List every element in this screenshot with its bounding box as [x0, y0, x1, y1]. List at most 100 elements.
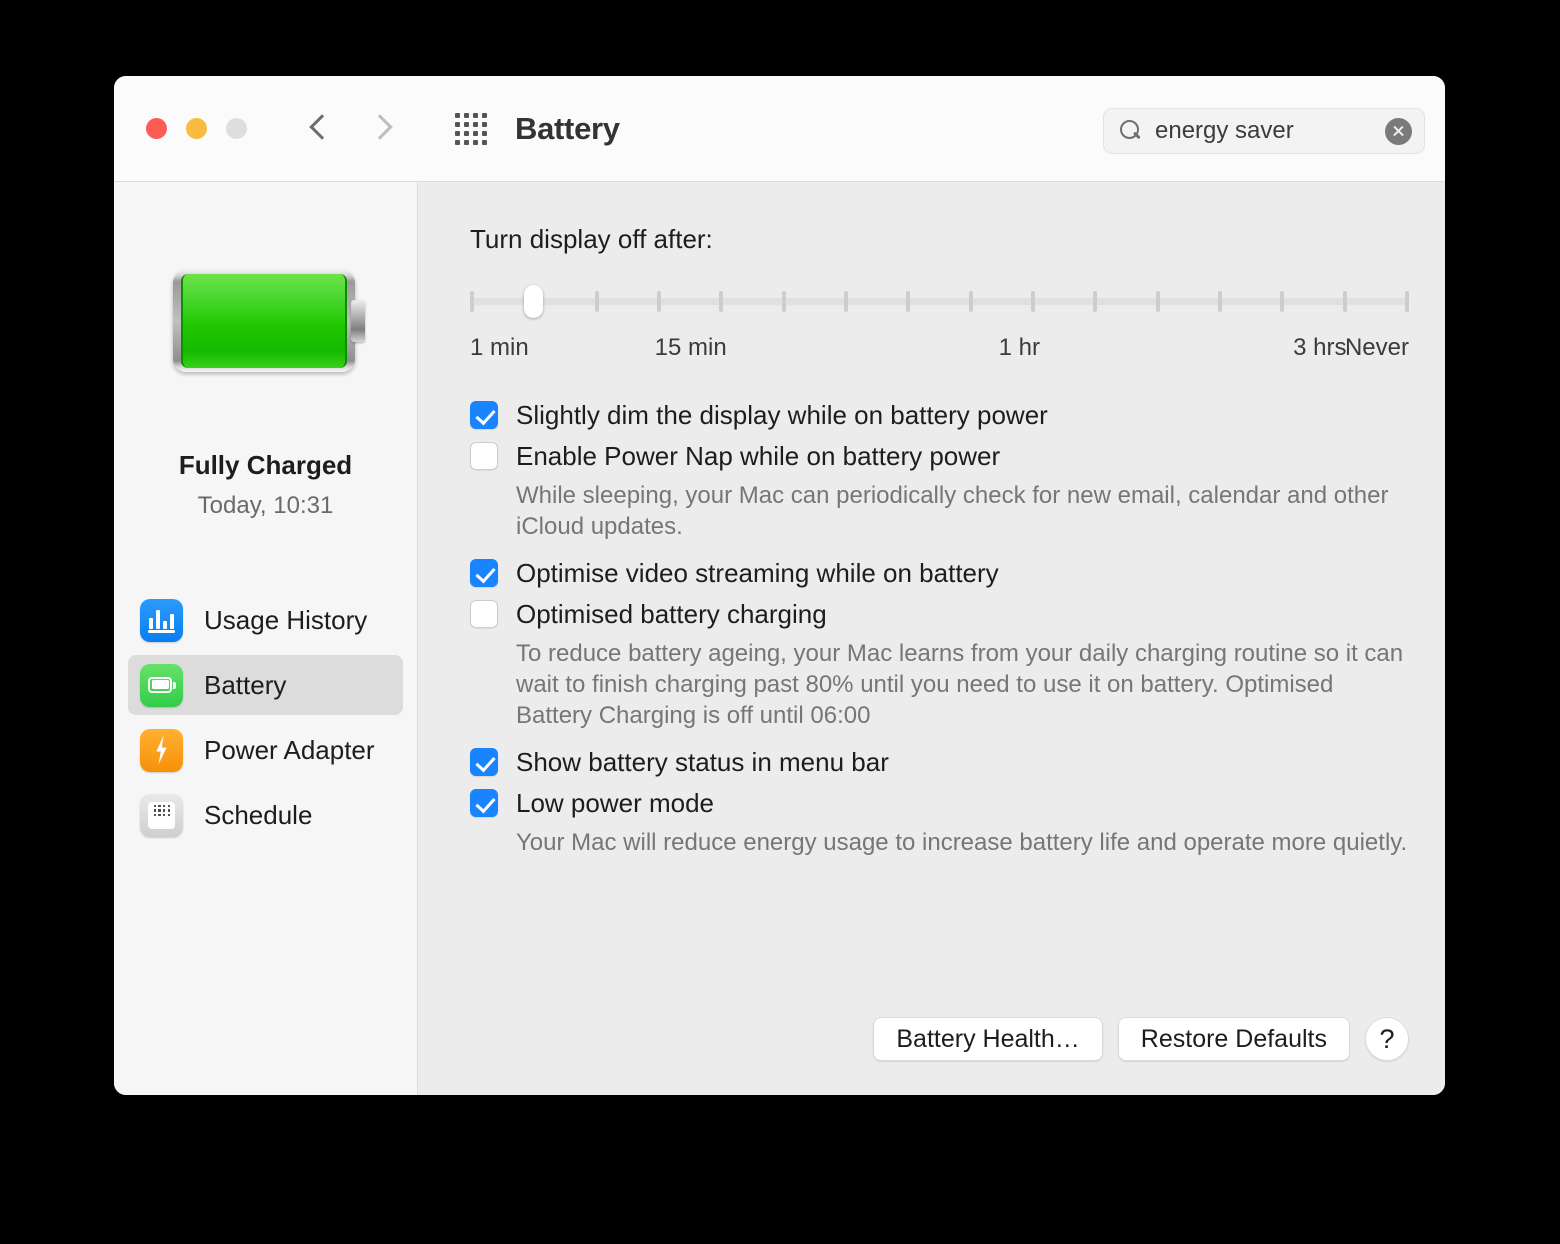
clear-icon[interactable] — [1385, 117, 1412, 145]
grid-icon[interactable] — [455, 112, 487, 145]
grid-dot — [482, 112, 487, 118]
option-row[interactable]: Low power mode — [470, 786, 1409, 820]
slider-scale-label: 1 hr — [998, 334, 1040, 361]
grid-dot — [473, 112, 478, 118]
grid-dot — [482, 139, 487, 145]
bar-chart-bars — [149, 609, 174, 629]
grid-dot — [464, 139, 469, 145]
restore-defaults-button[interactable]: Restore Defaults — [1117, 1017, 1350, 1061]
option-description: Your Mac will reduce energy usage to inc… — [516, 829, 1408, 856]
sidebar-item-usage-history[interactable]: Usage History — [128, 590, 403, 650]
option-label[interactable]: Low power mode — [516, 786, 714, 820]
schedule-icon — [140, 793, 183, 837]
sidebar-item-power-adapter[interactable]: Power Adapter — [128, 720, 403, 780]
battery-fill — [180, 274, 347, 368]
slider-thumb[interactable] — [523, 285, 543, 318]
traffic-lights — [146, 118, 247, 139]
option-row[interactable]: Slightly dim the display while on batter… — [470, 398, 1409, 432]
option-label[interactable]: Enable Power Nap while on battery power — [516, 439, 1000, 473]
sidebar-item-label: Usage History — [204, 604, 368, 635]
slider-tick — [1280, 291, 1285, 312]
footer-buttons: Battery Health… Restore Defaults ? — [873, 1017, 1409, 1061]
navigation-arrows — [307, 112, 395, 146]
sidebar-item-battery[interactable]: Battery — [128, 655, 403, 715]
option-label[interactable]: Slightly dim the display while on batter… — [516, 398, 1048, 432]
grid-dot — [473, 121, 478, 127]
sidebar-item-schedule[interactable]: Schedule — [128, 785, 403, 845]
battery-full-icon — [172, 270, 365, 372]
slider-scale-label: Never — [1344, 334, 1409, 361]
slider-scale-label: 15 min — [654, 334, 727, 361]
lightning-bolt-icon — [156, 735, 167, 765]
grid-dot — [455, 139, 460, 145]
battery-icon-tip — [173, 681, 176, 689]
grid-dot — [482, 121, 487, 127]
calendar-dots — [153, 804, 171, 817]
slider-tick — [968, 291, 973, 312]
option-label[interactable]: Show battery status in menu bar — [516, 745, 889, 779]
slider-tick — [594, 291, 599, 312]
slider-tick — [843, 291, 848, 312]
chevron-left-icon[interactable] — [307, 112, 333, 146]
option-row[interactable]: Optimise video streaming while on batter… — [470, 556, 1409, 590]
grid-dot — [455, 112, 460, 118]
titlebar: Battery energy saver — [114, 76, 1445, 182]
usage-history-icon — [140, 598, 183, 642]
slider-tick — [1217, 291, 1222, 312]
slider-scale-label: 1 min — [470, 334, 529, 361]
sidebar-list: Usage History Battery Power Adapter Sche… — [114, 590, 417, 850]
option-row[interactable]: Show battery status in menu bar — [470, 745, 1409, 779]
window-body: Fully Charged Today, 10:31 Usage History — [114, 182, 1445, 1095]
slider-tick — [719, 291, 724, 312]
display-sleep-slider[interactable] — [470, 285, 1409, 319]
checkbox-checked[interactable] — [470, 748, 498, 776]
help-button[interactable]: ? — [1365, 1017, 1409, 1061]
checkbox-checked[interactable] — [470, 559, 498, 587]
bar-chart-baseline — [148, 630, 175, 633]
grid-dot — [473, 130, 478, 136]
option-label[interactable]: Optimise video streaming while on batter… — [516, 556, 999, 590]
checkbox-checked[interactable] — [470, 401, 498, 429]
grid-dot — [464, 130, 469, 136]
checkbox-unchecked[interactable] — [470, 442, 498, 470]
charge-time: Today, 10:31 — [197, 492, 334, 519]
minimise-button[interactable] — [186, 118, 207, 139]
checkbox-unchecked[interactable] — [470, 600, 498, 628]
slider-tick — [781, 291, 786, 312]
checkbox-checked[interactable] — [470, 789, 498, 817]
grid-dot — [455, 121, 460, 127]
chevron-right-icon[interactable] — [369, 112, 395, 146]
close-button[interactable] — [146, 118, 167, 139]
grid-dot — [464, 112, 469, 118]
grid-dot — [464, 121, 469, 127]
battery-cap — [350, 300, 365, 342]
search-input[interactable]: energy saver — [1155, 117, 1385, 145]
option-label[interactable]: Optimised battery charging — [516, 597, 827, 631]
search-field[interactable]: energy saver — [1103, 108, 1425, 154]
slider-scale-labels: 1 min 15 min 1 hr 3 hrs Never — [470, 334, 1409, 366]
options-list: Slightly dim the display while on batter… — [470, 398, 1409, 858]
option-description: To reduce battery ageing, your Mac learn… — [516, 640, 1404, 729]
grid-dot — [473, 139, 478, 145]
sidebar: Fully Charged Today, 10:31 Usage History — [114, 182, 418, 1095]
zoom-button[interactable] — [226, 118, 247, 139]
sidebar-item-label: Power Adapter — [204, 734, 375, 765]
battery-icon — [140, 663, 183, 707]
system-preferences-window: Battery energy saver Fully Charged Today… — [114, 76, 1445, 1095]
slider-tick — [656, 291, 661, 312]
slider-tick — [1155, 291, 1160, 312]
slider-tick — [1404, 291, 1409, 312]
option-row[interactable]: Optimised battery charging — [470, 597, 1409, 631]
slider-tick — [906, 291, 911, 312]
grid-dot — [482, 130, 487, 136]
slider-tick — [1342, 291, 1347, 312]
power-adapter-icon — [140, 728, 183, 772]
option-row[interactable]: Enable Power Nap while on battery power — [470, 439, 1409, 473]
battery-health-button[interactable]: Battery Health… — [873, 1017, 1103, 1061]
sidebar-item-label: Schedule — [204, 799, 313, 830]
display-off-label: Turn display off after: — [470, 224, 713, 254]
grid-dot — [455, 130, 460, 136]
calendar-icon — [148, 801, 175, 829]
option-description: While sleeping, your Mac can periodicall… — [516, 482, 1389, 540]
content-pane: Turn display off after: 1 min 15 min 1 hr 3… — [418, 182, 1445, 1095]
